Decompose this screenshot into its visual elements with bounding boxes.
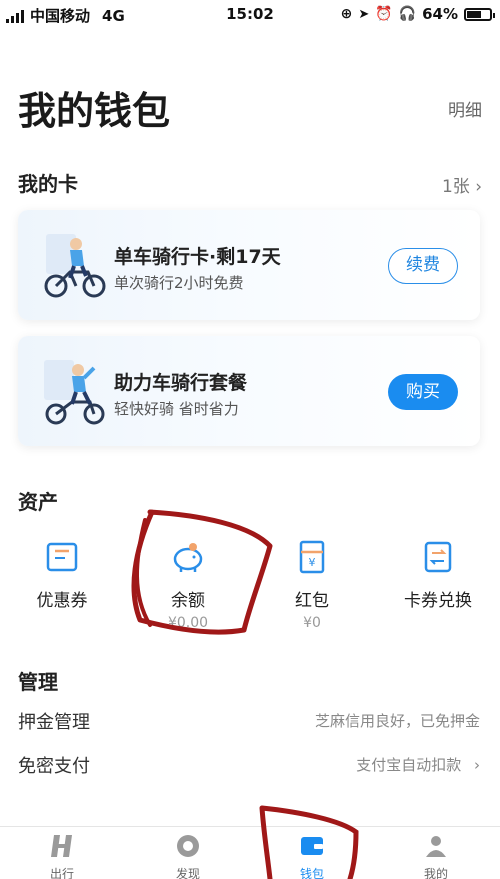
buy-button[interactable]: 购买 xyxy=(388,374,458,410)
card-subtitle: 单次骑行2小时免费 xyxy=(114,274,244,292)
coupon-icon xyxy=(46,542,78,572)
manage-title: 管理 xyxy=(18,670,58,694)
assets-title: 资产 xyxy=(18,490,58,514)
ride-icon xyxy=(51,835,72,857)
location-icon: ➤ xyxy=(358,6,370,22)
discover-icon xyxy=(177,835,199,857)
assets-row: 优惠券 余额 ¥0.00 ¥ 红包 ¥0 卡券兑换 xyxy=(0,540,500,631)
asset-label: 红包 xyxy=(295,591,329,611)
asset-exchange[interactable]: 卡券兑换 xyxy=(388,540,488,611)
asset-coupon[interactable]: 优惠券 xyxy=(12,540,112,611)
tab-label: 我的 xyxy=(423,867,448,879)
ebike-rider-illustration-icon xyxy=(44,360,105,425)
asset-label: 卡券兑换 xyxy=(404,591,472,611)
chevron-right-icon: › xyxy=(474,756,480,774)
headphones-icon: 🎧 xyxy=(398,6,417,22)
tab-label: 出行 xyxy=(49,867,74,879)
tab-label: 发现 xyxy=(175,867,200,879)
deposit-management-row[interactable]: 押金管理 芝麻信用良好，已免押金 xyxy=(18,708,480,738)
svg-text:¥: ¥ xyxy=(309,556,316,569)
password-free-payment-row[interactable]: 免密支付 支付宝自动扣款 › xyxy=(18,752,480,782)
row-value-group: 支付宝自动扣款 › xyxy=(356,754,480,775)
renew-button[interactable]: 续费 xyxy=(388,248,458,284)
alarm-icon: ⏰ xyxy=(375,6,393,22)
page-title: 我的钱包 xyxy=(18,89,171,133)
row-label: 免密支付 xyxy=(18,756,90,777)
asset-label: 优惠券 xyxy=(36,591,88,611)
asset-red-envelope[interactable]: ¥ 红包 ¥0 xyxy=(262,540,362,631)
card-count: 1张 xyxy=(441,177,470,197)
tab-label: 钱包 xyxy=(299,867,324,879)
detail-link[interactable]: 明细 xyxy=(448,96,482,121)
tab-wallet[interactable]: 钱包 xyxy=(272,833,352,879)
bike-card[interactable]: 单车骑行卡·剩17天 单次骑行2小时免费 续费 xyxy=(18,210,480,320)
red-envelope-icon: ¥ xyxy=(299,540,325,574)
red-envelope-value: ¥0 xyxy=(303,615,321,631)
tab-profile[interactable]: 我的 xyxy=(396,833,476,879)
wallet-icon xyxy=(301,837,323,855)
card-title: 助力车骑行套餐 xyxy=(114,372,248,394)
card-title: 单车骑行卡·剩17天 xyxy=(114,246,281,268)
rotation-lock-icon: ⊕ xyxy=(340,6,353,22)
tab-ride[interactable]: 出行 xyxy=(22,833,102,879)
asset-label: 余额 xyxy=(171,591,205,611)
my-cards-title: 我的卡 xyxy=(18,172,78,196)
cyclist-illustration-icon xyxy=(44,234,106,298)
exchange-icon xyxy=(424,541,452,573)
balance-value: ¥0.00 xyxy=(167,615,209,631)
battery-percent: 64% xyxy=(422,5,458,23)
battery-icon xyxy=(464,7,495,21)
tab-bar: 出行 发现 钱包 我的 xyxy=(0,826,500,879)
tab-discover[interactable]: 发现 xyxy=(148,833,228,879)
chevron-right-icon: › xyxy=(475,177,482,197)
row-value: 支付宝自动扣款 xyxy=(356,756,462,774)
row-label: 押金管理 xyxy=(18,712,90,733)
status-bar: 中国移动 4G 15:02 ⊕ ➤ ⏰ 🎧 64% xyxy=(0,0,500,28)
asset-balance[interactable]: 余额 ¥0.00 xyxy=(138,540,238,631)
card-subtitle: 轻快好骑 省时省力 xyxy=(114,400,239,418)
row-value: 芝麻信用良好，已免押金 xyxy=(314,712,480,730)
card-count-link[interactable]: 1张 › xyxy=(442,172,482,197)
profile-icon xyxy=(426,836,446,857)
piggy-bank-icon xyxy=(173,543,203,572)
ebike-plan-card[interactable]: 助力车骑行套餐 轻快好骑 省时省力 购买 xyxy=(18,336,480,446)
